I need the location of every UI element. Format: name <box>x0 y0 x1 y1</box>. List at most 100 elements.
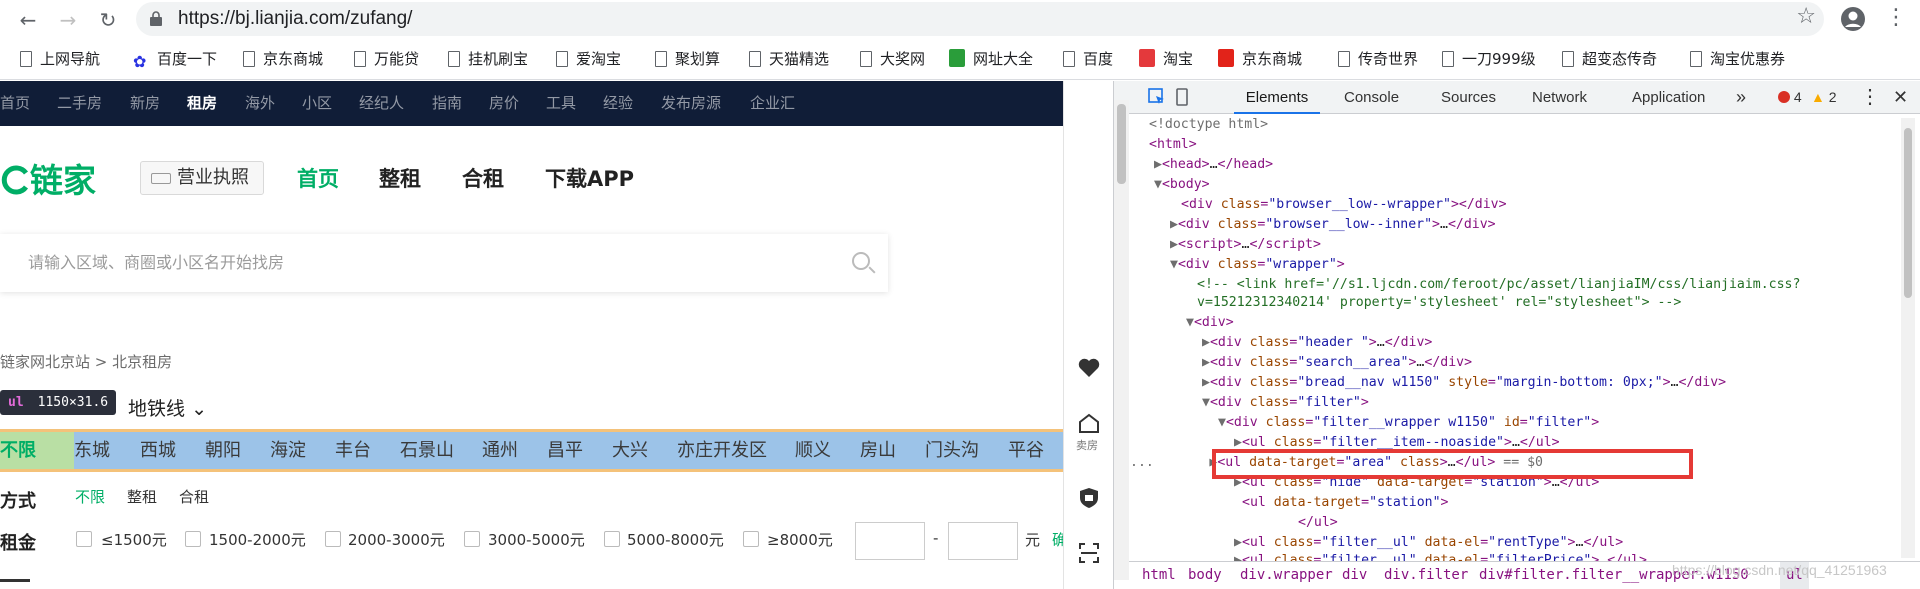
price-option[interactable]: 1500-2000元 <box>209 529 306 550</box>
price-option[interactable]: 3000-5000元 <box>488 529 585 550</box>
dom-line[interactable]: ▼<div class="filter"> <box>1202 393 1369 413</box>
dom-line[interactable]: </ul> <box>1298 513 1338 533</box>
bookmark-item[interactable]: 万能贷 <box>354 44 419 74</box>
tab-application[interactable]: Application <box>1632 81 1705 114</box>
heart-icon[interactable] <box>1077 356 1101 380</box>
tab-sources[interactable]: Sources <box>1441 81 1496 114</box>
dom-line[interactable]: <!doctype html> <box>1149 115 1268 135</box>
dom-line[interactable]: ▼<div> <box>1186 313 1234 333</box>
dom-line[interactable]: ▼<div class="wrapper"> <box>1170 255 1345 275</box>
area-item[interactable]: 顺义 <box>795 432 831 469</box>
page-scrollbar[interactable] <box>1114 100 1129 580</box>
subway-tab[interactable]: 地铁线 ⌄ <box>128 394 207 421</box>
bookmark-star-icon[interactable]: ☆ <box>1796 4 1816 29</box>
price-max-input[interactable] <box>948 522 1018 560</box>
dom-line[interactable]: v=15212312340214' property='stylesheet' … <box>1197 293 1681 313</box>
dom-crumb[interactable]: body <box>1188 562 1222 589</box>
area-item[interactable]: 朝阳 <box>205 432 241 469</box>
dom-line[interactable]: ▶<div class="header ">…</div> <box>1202 333 1432 353</box>
price-option[interactable]: ≤1500元 <box>101 529 167 550</box>
bookmark-item[interactable]: 爱淘宝 <box>556 44 621 74</box>
topnav-item[interactable]: 经纪人 <box>359 81 404 126</box>
mainnav-whole-rent[interactable]: 整租 <box>379 161 421 197</box>
bookmark-item[interactable]: 大奖网 <box>860 44 925 74</box>
topnav-item-active[interactable]: 租房 <box>187 81 217 126</box>
area-item[interactable]: 大兴 <box>612 432 648 469</box>
dom-line[interactable]: ▶<ul class="filter__ul" data-el="rentTyp… <box>1234 533 1623 553</box>
bookmark-item[interactable]: 传奇世界 <box>1338 44 1418 74</box>
close-icon[interactable]: ✕ <box>1893 81 1908 114</box>
bookmark-item[interactable]: ✿ 百度一下 <box>133 44 217 74</box>
house-icon[interactable] <box>1077 411 1101 435</box>
topnav-item[interactable]: 新房 <box>130 81 160 126</box>
bookmark-item[interactable]: 京东商城 <box>243 44 323 74</box>
lianjia-logo[interactable]: 链家 <box>0 154 96 202</box>
topnav-item[interactable]: 企业汇 <box>750 81 795 126</box>
dom-crumb[interactable]: div.wrapper <box>1240 562 1333 589</box>
mainnav-home[interactable]: 首页 <box>297 161 339 197</box>
shield-icon[interactable] <box>1077 486 1101 510</box>
bookmark-item[interactable]: 京东商城 <box>1218 44 1302 74</box>
area-item[interactable]: 平谷 <box>1008 432 1044 469</box>
dom-crumb[interactable]: div.filter <box>1384 562 1468 589</box>
bookmark-item[interactable]: 网址大全 <box>949 44 1033 74</box>
price-option[interactable]: 2000-3000元 <box>348 529 445 550</box>
dom-line[interactable]: ▶<div class="bread__nav w1150" style="ma… <box>1202 373 1726 393</box>
mainnav-shared-rent[interactable]: 合租 <box>462 161 504 197</box>
more-tabs-icon[interactable]: » <box>1736 81 1746 114</box>
forward-arrow-icon[interactable]: → <box>54 6 82 34</box>
topnav-item[interactable]: 海外 <box>245 81 275 126</box>
back-arrow-icon[interactable]: ← <box>14 6 42 34</box>
price-confirm[interactable]: 确 <box>1052 529 1063 550</box>
dom-crumb[interactable]: div <box>1342 562 1367 589</box>
bookmark-item[interactable]: 淘宝优惠券 <box>1690 44 1785 74</box>
dom-line[interactable]: <ul data-target="station"> <box>1242 493 1448 513</box>
topnav-item[interactable]: 经验 <box>603 81 633 126</box>
bookmark-item[interactable]: 百度 <box>1063 44 1113 74</box>
sell-house-label[interactable]: 卖房 <box>1076 437 1098 453</box>
area-item[interactable]: 房山 <box>860 432 896 469</box>
license-button[interactable]: 营业执照 <box>140 161 264 195</box>
dom-line[interactable]: ▼<body> <box>1154 175 1210 195</box>
price-checkbox[interactable] <box>464 531 480 547</box>
way-option[interactable]: 整租 <box>127 486 157 507</box>
scan-icon[interactable] <box>1077 541 1101 565</box>
area-item[interactable]: 门头沟 <box>925 432 979 469</box>
tab-elements[interactable]: Elements <box>1234 81 1320 114</box>
inspect-element-icon[interactable] <box>1148 88 1166 106</box>
dom-crumb[interactable]: html <box>1142 562 1176 589</box>
area-item[interactable]: 东城 <box>74 432 110 469</box>
topnav-item[interactable]: 小区 <box>302 81 332 126</box>
warning-count-badge[interactable]: ▲ 2 <box>1811 81 1837 114</box>
bookmark-item[interactable]: 聚划算 <box>655 44 720 74</box>
dom-line[interactable]: <html> <box>1149 135 1197 155</box>
breadcrumb[interactable]: 链家网北京站 > 北京租房 <box>0 351 172 372</box>
topnav-item[interactable]: 二手房 <box>57 81 102 126</box>
topnav-item[interactable]: 发布房源 <box>661 81 721 126</box>
tab-network[interactable]: Network <box>1532 81 1587 114</box>
dom-line[interactable]: <div class="browser__low--wrapper"></div… <box>1181 195 1507 215</box>
price-option[interactable]: 5000-8000元 <box>627 529 724 550</box>
dom-line[interactable]: ▶<ul class="filter__ul" data-el="filterP… <box>1234 551 1647 561</box>
dom-line[interactable]: ▶<div class="browser__low--inner">…</div… <box>1170 215 1496 235</box>
area-item[interactable]: 亦庄开发区 <box>677 432 767 469</box>
device-toolbar-icon[interactable] <box>1174 88 1192 106</box>
area-item[interactable]: 海淀 <box>270 432 306 469</box>
dom-line[interactable]: ▶<div class="search__area">…</div> <box>1202 353 1472 373</box>
price-option[interactable]: ≥8000元 <box>767 529 833 550</box>
bookmark-item[interactable]: 上网导航 <box>20 44 100 74</box>
search-icon[interactable] <box>852 252 870 270</box>
profile-avatar-icon[interactable] <box>1840 6 1866 32</box>
address-bar[interactable]: https://bj.lianjia.com/zufang/ ☆ <box>136 2 1824 36</box>
area-item[interactable]: 丰台 <box>335 432 371 469</box>
error-count-badge[interactable]: 4 <box>1778 81 1802 114</box>
way-option[interactable]: 合租 <box>179 486 209 507</box>
price-checkbox[interactable] <box>604 531 620 547</box>
area-item[interactable]: 通州 <box>482 432 518 469</box>
price-min-input[interactable] <box>855 522 925 560</box>
search-box[interactable]: 请输入区域、商圈或小区名开始找房 <box>0 234 888 292</box>
scrollbar-thumb[interactable] <box>1904 128 1912 298</box>
devtools-menu-icon[interactable]: ⋮ <box>1860 81 1880 114</box>
reload-icon[interactable]: ↻ <box>94 6 122 34</box>
tab-console[interactable]: Console <box>1344 81 1399 114</box>
